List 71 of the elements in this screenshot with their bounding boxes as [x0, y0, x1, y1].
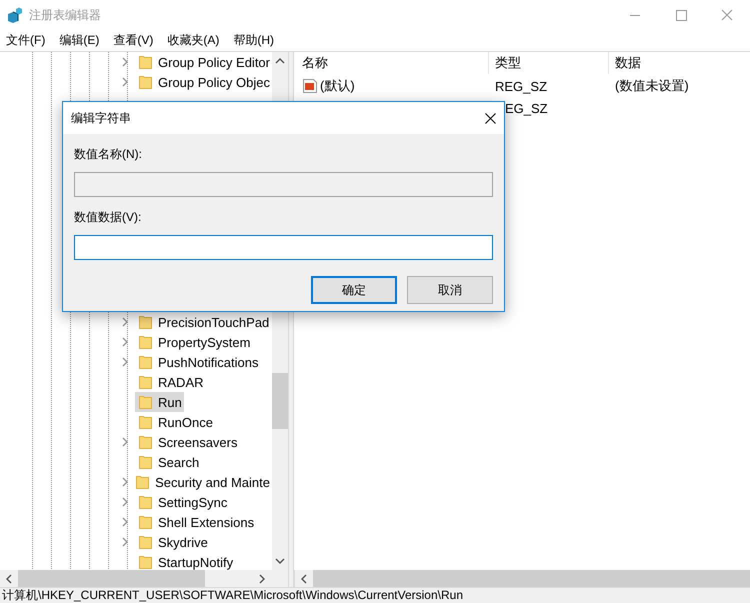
column-header[interactable]: 数据 — [609, 52, 641, 74]
folder-icon — [139, 395, 152, 409]
menu-item[interactable]: 文件(F) — [6, 32, 46, 49]
folder-icon — [139, 495, 152, 509]
tree-item[interactable]: Security and Mainte — [132, 472, 272, 492]
field-label: 数值名称(N): — [74, 146, 143, 162]
expand-chevron-icon[interactable] — [120, 357, 130, 367]
column-header[interactable]: 名称 — [294, 52, 489, 74]
tree-item[interactable]: PushNotifications — [135, 352, 260, 372]
value-data: (数值未设置) — [614, 77, 689, 95]
value-type: EG_SZ — [505, 100, 548, 116]
menu-item[interactable]: 查看(V) — [113, 32, 154, 49]
tree-item[interactable]: PropertySystem — [135, 332, 252, 352]
column-header[interactable]: 类型 — [489, 52, 609, 74]
status-bar: 计算机\HKEY_CURRENT_USER\SOFTWARE\Microsoft\Windows\CurrentVersion\Run — [0, 587, 750, 603]
folder-icon — [139, 335, 152, 349]
menu-item[interactable]: 帮助(H) — [233, 32, 274, 49]
tree-item[interactable]: Shell Extensions — [135, 512, 256, 532]
scroll-down-icon[interactable] — [275, 556, 285, 566]
ok-button[interactable]: 确定 — [311, 276, 397, 304]
value-type: REG_SZ — [495, 78, 548, 94]
folder-icon — [139, 375, 152, 389]
value-name[interactable]: (默认) — [320, 77, 355, 95]
expand-chevron-icon[interactable] — [120, 317, 130, 327]
registry-cubes-icon — [7, 7, 23, 23]
scroll-left-icon[interactable] — [299, 574, 309, 584]
menu-item[interactable]: 编辑(E) — [59, 32, 100, 49]
folder-icon — [139, 515, 152, 529]
folder-icon — [139, 355, 152, 369]
folder-icon — [139, 75, 152, 89]
expand-chevron-icon[interactable] — [120, 497, 130, 507]
scroll-right-icon[interactable] — [257, 574, 267, 584]
folder-icon — [139, 455, 152, 469]
tree-item[interactable]: Search — [135, 452, 202, 472]
tree-item[interactable]: Skydrive — [135, 532, 210, 552]
expand-chevron-icon[interactable] — [120, 337, 130, 347]
string-value-icon — [302, 78, 318, 94]
tree-item[interactable]: PrecisionTouchPad — [135, 312, 272, 332]
scroll-thumb[interactable] — [272, 373, 288, 429]
scroll-left-icon[interactable] — [4, 574, 14, 584]
folder-icon — [139, 555, 152, 569]
scroll-thumb[interactable] — [18, 570, 205, 587]
tree-item[interactable]: Screensavers — [135, 432, 240, 452]
tree-item[interactable]: Group Policy Editor — [135, 52, 272, 72]
folder-icon — [139, 55, 152, 69]
tree-item[interactable]: Run — [135, 392, 184, 412]
window-title: 注册表编辑器 — [29, 6, 102, 24]
expand-chevron-icon[interactable] — [120, 537, 130, 547]
cancel-button[interactable]: 取消 — [407, 276, 493, 304]
expand-chevron-icon[interactable] — [120, 477, 130, 487]
tree-item[interactable]: Group Policy Objec — [135, 72, 272, 92]
expand-chevron-icon[interactable] — [120, 77, 130, 87]
folder-icon — [139, 435, 152, 449]
folder-icon — [139, 535, 152, 549]
horizontal-scrollbar[interactable] — [0, 570, 288, 587]
menu-item[interactable]: 收藏夹(A) — [167, 32, 220, 49]
field-label: 数值数据(V): — [74, 209, 142, 225]
tree-item[interactable]: StartupNotify — [135, 552, 236, 570]
folder-icon — [139, 315, 152, 329]
expand-chevron-icon[interactable] — [120, 437, 130, 447]
tree-item[interactable]: RunOnce — [135, 412, 215, 432]
expand-chevron-icon[interactable] — [120, 57, 130, 67]
scroll-up-icon[interactable] — [275, 56, 285, 66]
dialog-title: 编辑字符串 — [71, 110, 131, 126]
value-data-field[interactable] — [74, 235, 493, 260]
tree-item[interactable]: SettingSync — [135, 492, 230, 512]
close-icon[interactable] — [485, 112, 496, 124]
folder-icon — [139, 415, 152, 429]
folder-icon — [136, 475, 150, 489]
tree-item[interactable]: RADAR — [135, 372, 206, 392]
expand-chevron-icon[interactable] — [120, 517, 130, 527]
